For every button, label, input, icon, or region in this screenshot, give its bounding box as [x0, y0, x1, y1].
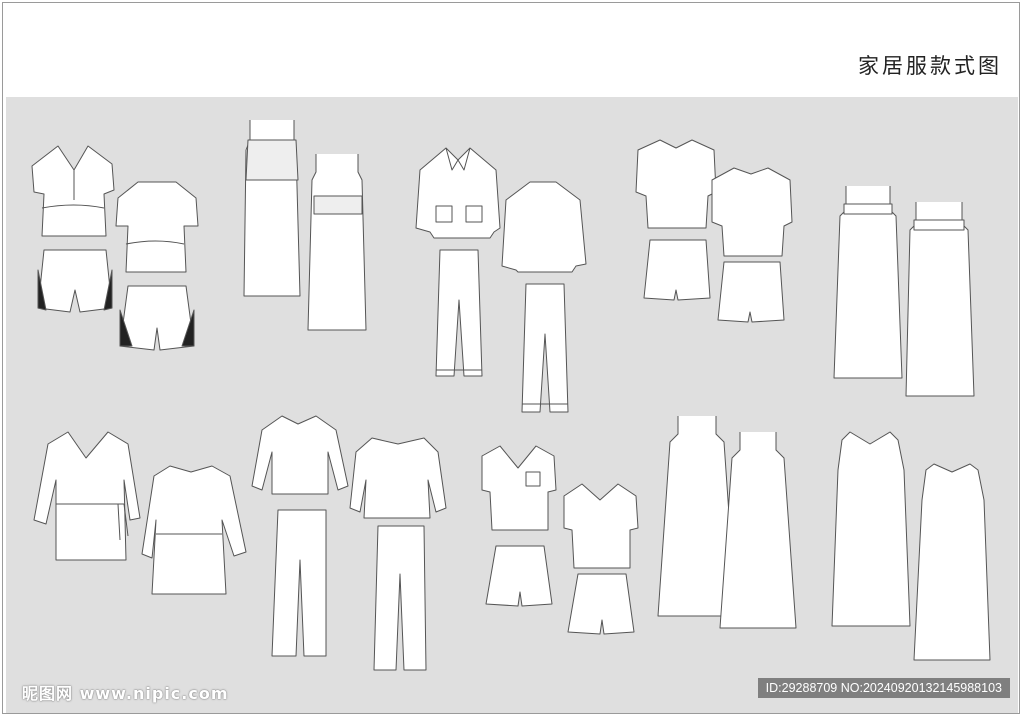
- top-back: [711, 167, 793, 257]
- watermark-url: www.nipic.com: [79, 684, 229, 703]
- shorts-back: [567, 573, 635, 635]
- pants-back: [373, 525, 427, 671]
- garment-set-7: [251, 415, 447, 671]
- shorts-front: [485, 545, 553, 607]
- garment-set-5: [833, 186, 975, 397]
- garment-set-1: [31, 145, 199, 351]
- tee-front: [481, 445, 557, 531]
- garment-set-3: [415, 147, 587, 413]
- top-back: [115, 181, 199, 273]
- shorts-back: [717, 261, 785, 323]
- shirt-front: [415, 147, 501, 239]
- dress-back: [905, 202, 975, 397]
- dress-back: [719, 432, 797, 629]
- pants-front: [271, 509, 327, 657]
- robe-front: [33, 431, 141, 561]
- dress-back: [913, 463, 991, 661]
- top-front: [635, 139, 717, 229]
- shirt-back: [501, 181, 587, 273]
- garment-set-4: [635, 139, 793, 323]
- garment-set-6: [33, 431, 247, 595]
- garment-illustrations: [31, 120, 991, 671]
- garment-set-9: [657, 416, 797, 629]
- tee-back: [563, 483, 639, 569]
- top-back: [349, 437, 447, 519]
- shorts-front: [37, 249, 113, 313]
- shorts-front: [643, 239, 711, 301]
- dress-front: [831, 431, 911, 627]
- robe-back: [141, 465, 247, 595]
- garment-set-2: [243, 120, 367, 331]
- dress-front: [833, 186, 903, 379]
- pants-front: [435, 249, 483, 377]
- pants-back: [521, 283, 569, 413]
- top-front: [251, 415, 349, 495]
- watermark-id: ID:29288709 NO:20240920132145988103: [757, 678, 1010, 698]
- shorts-back: [119, 285, 195, 351]
- garment-set-10: [831, 431, 991, 661]
- garment-set-8: [481, 445, 639, 635]
- watermark-brand-name: 昵图网: [22, 684, 74, 703]
- watermark-brand: 昵图网 www.nipic.com: [22, 680, 229, 704]
- top-front: [31, 145, 115, 237]
